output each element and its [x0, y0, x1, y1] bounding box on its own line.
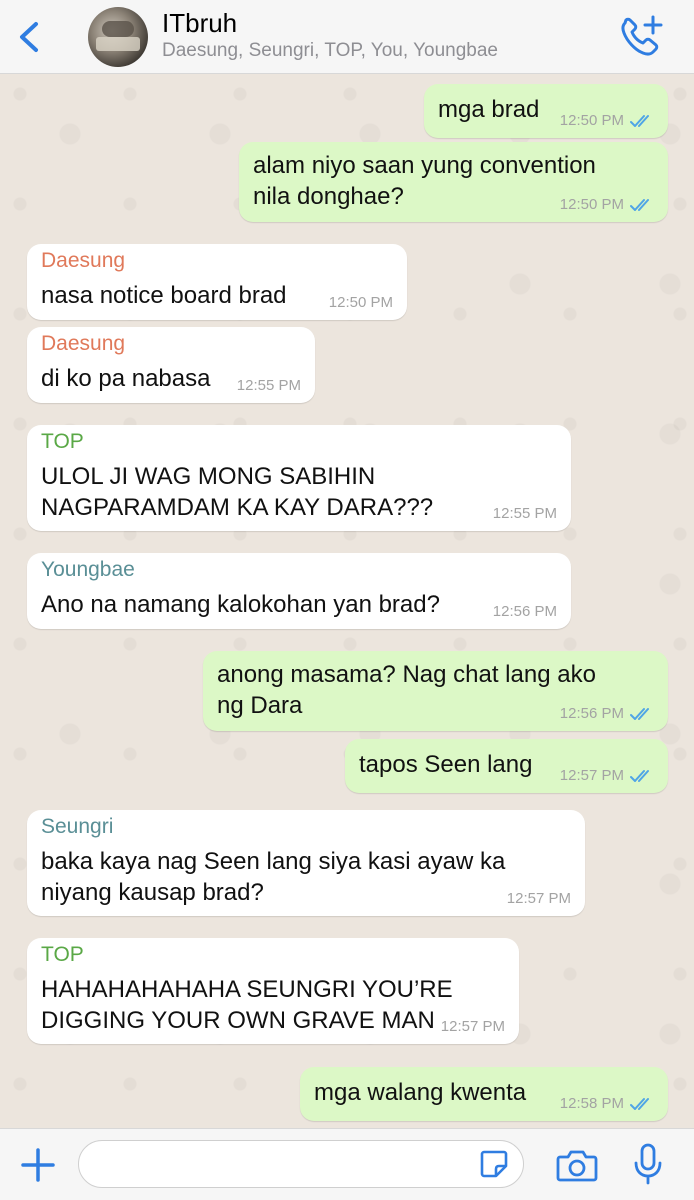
message-text: ULOL JI WAG MONG SABIHIN NAGPARAMDAM KA … [41, 463, 434, 521]
message-sender[interactable]: Daesung [41, 331, 125, 357]
sticker-icon[interactable] [478, 1148, 510, 1180]
message-text: baka kaya nag Seen lang siya kasi ayaw k… [41, 848, 506, 906]
message-time: 12:55 PM [492, 505, 557, 522]
message-bubble-outgoing[interactable]: mga walang kwenta 12:58 PM [300, 1067, 668, 1121]
message-text: mga walang kwenta [314, 1079, 527, 1106]
message-bubble-outgoing[interactable]: anong masama? Nag chat lang ako ng Dara … [203, 651, 668, 731]
message-input[interactable] [78, 1140, 524, 1188]
message-bubble-incoming[interactable]: Youngbae Ano na namang kalokohan yan bra… [27, 553, 571, 629]
message-text: di ko pa nabasa [41, 365, 211, 392]
message-bubble-outgoing[interactable]: alam niyo saan yung convention nila dong… [239, 142, 668, 222]
group-avatar[interactable] [88, 7, 148, 67]
message-time: 12:50 PM [328, 294, 393, 311]
message-bubble-incoming[interactable]: Seungri baka kaya nag Seen lang siya kas… [27, 810, 585, 916]
message-meta: 12:55 PM [493, 505, 557, 523]
double-check-icon [630, 199, 649, 211]
message-text: tapos Seen lang [359, 751, 533, 778]
message-sender[interactable]: TOP [41, 429, 84, 455]
message-text: mga brad [438, 96, 540, 123]
message-time: 12:57 PM [559, 767, 624, 784]
message-bubble-incoming[interactable]: Daesung nasa notice board brad 12:50 PM [27, 244, 407, 320]
message-meta: 12:55 PM [237, 377, 301, 395]
double-check-icon [630, 770, 649, 782]
message-bubble-incoming[interactable]: Daesung di ko pa nabasa 12:55 PM [27, 327, 315, 403]
message-sender[interactable]: Daesung [41, 248, 125, 274]
message-bubble-outgoing[interactable]: tapos Seen lang 12:57 PM [345, 739, 668, 793]
double-check-icon [630, 1098, 649, 1110]
message-meta: 12:50 PM [560, 112, 654, 130]
message-bubble-outgoing[interactable]: mga brad 12:50 PM [424, 84, 668, 138]
message-time: 12:55 PM [236, 377, 301, 394]
back-chevron-icon[interactable] [14, 20, 48, 54]
message-text: alam niyo saan yung convention nila dong… [253, 152, 596, 210]
message-time: 12:50 PM [559, 112, 624, 129]
camera-icon[interactable] [556, 1147, 598, 1183]
message-list[interactable]: mga brad 12:50 PM alam niyo saan yung co… [0, 74, 694, 1128]
message-meta: 12:56 PM [493, 603, 557, 621]
message-text: anong masama? Nag chat lang ako ng Dara [217, 661, 596, 719]
double-check-icon [630, 708, 649, 720]
message-time: 12:56 PM [559, 705, 624, 722]
chat-members[interactable]: Daesung, Seungri, TOP, You, Youngbae [162, 40, 498, 62]
chat-header: ITbruh Daesung, Seungri, TOP, You, Young… [0, 0, 694, 74]
message-sender[interactable]: Seungri [41, 814, 113, 840]
message-sender[interactable]: TOP [41, 942, 84, 968]
message-sender[interactable]: Youngbae [41, 557, 135, 583]
message-time: 12:57 PM [506, 890, 571, 907]
message-time: 12:50 PM [559, 196, 624, 213]
message-meta: 12:50 PM [329, 294, 393, 312]
chat-title[interactable]: ITbruh [162, 8, 237, 39]
message-meta: 12:57 PM [560, 767, 654, 785]
message-text: Ano na namang kalokohan yan brad? [41, 591, 440, 618]
message-time: 12:57 PM [440, 1018, 505, 1035]
message-meta: 12:57 PM [441, 1018, 505, 1036]
message-text: nasa notice board brad [41, 282, 287, 309]
composer-bar [0, 1128, 694, 1200]
message-text: HAHAHAHAHAHA SEUNGRI YOU’RE DIGGING YOUR… [41, 976, 453, 1034]
microphone-icon[interactable] [632, 1143, 664, 1185]
plus-icon[interactable] [20, 1147, 56, 1183]
message-time: 12:58 PM [559, 1095, 624, 1112]
message-bubble-incoming[interactable]: TOP ULOL JI WAG MONG SABIHIN NAGPARAMDAM… [27, 425, 571, 531]
message-meta: 12:57 PM [507, 890, 571, 908]
message-meta: 12:50 PM [560, 196, 654, 214]
double-check-icon [630, 115, 649, 127]
message-meta: 12:56 PM [560, 705, 654, 723]
phone-add-icon[interactable] [616, 14, 664, 62]
message-meta: 12:58 PM [560, 1095, 654, 1113]
message-bubble-incoming[interactable]: TOP HAHAHAHAHAHA SEUNGRI YOU’RE DIGGING … [27, 938, 519, 1044]
message-time: 12:56 PM [492, 603, 557, 620]
